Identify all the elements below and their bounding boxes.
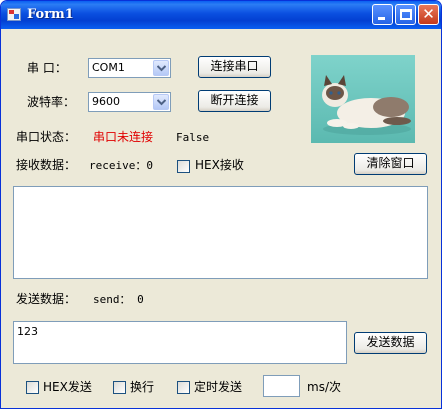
- status-value: 串口未连接: [93, 130, 154, 144]
- send-textbox[interactable]: 123: [13, 321, 347, 364]
- port-label: 串 口：: [27, 61, 67, 75]
- status-label: 串口状态：: [16, 130, 77, 144]
- send-label: 发送数据：: [16, 292, 77, 306]
- title-bar[interactable]: Form1 ✕: [1, 1, 441, 29]
- close-icon: ✕: [422, 5, 435, 23]
- baud-label: 波特率：: [27, 95, 76, 109]
- timed-send-checkbox[interactable]: [177, 381, 190, 394]
- form1-window: Form1 ✕ 串 口： COM1 连接串口 波特率： 9600 断开连接 串口…: [0, 0, 442, 409]
- chevron-down-icon[interactable]: [153, 60, 169, 76]
- cat-photo: [311, 55, 415, 143]
- hex-send-label[interactable]: HEX发送: [43, 380, 92, 394]
- send-data-button[interactable]: 发送数据: [354, 332, 427, 354]
- close-button[interactable]: ✕: [418, 4, 439, 25]
- baud-value: 9600: [92, 95, 120, 108]
- maximize-button[interactable]: [395, 4, 416, 25]
- interval-unit: ms/次: [307, 380, 341, 394]
- send-counter: send： 0: [93, 293, 144, 306]
- app-icon[interactable]: [7, 8, 21, 21]
- receive-textbox[interactable]: [13, 186, 428, 279]
- hex-receive-label[interactable]: HEX接收: [195, 158, 244, 172]
- send-text: 123: [17, 325, 38, 338]
- receive-label: 接收数据：: [16, 158, 77, 172]
- clear-window-button[interactable]: 清除窗口: [354, 153, 427, 175]
- interval-input[interactable]: [263, 375, 300, 397]
- connect-port-button[interactable]: 连接串口: [198, 56, 271, 78]
- maximize-icon: [400, 9, 412, 20]
- status-flag: False: [176, 131, 210, 144]
- hex-receive-checkbox[interactable]: [177, 160, 190, 173]
- baud-combobox[interactable]: 9600: [88, 92, 171, 112]
- chevron-down-icon[interactable]: [153, 94, 169, 110]
- newline-label[interactable]: 换行: [130, 380, 154, 394]
- newline-checkbox[interactable]: [113, 381, 126, 394]
- hex-send-checkbox[interactable]: [26, 381, 39, 394]
- disconnect-button[interactable]: 断开连接: [198, 90, 271, 112]
- receive-counter: receive：0: [89, 159, 153, 172]
- port-value: COM1: [92, 61, 125, 74]
- port-combobox[interactable]: COM1: [88, 58, 171, 78]
- minimize-icon: [378, 17, 385, 20]
- window-title: Form1: [27, 7, 74, 22]
- minimize-button[interactable]: [372, 4, 393, 25]
- timed-send-label[interactable]: 定时发送: [194, 380, 242, 394]
